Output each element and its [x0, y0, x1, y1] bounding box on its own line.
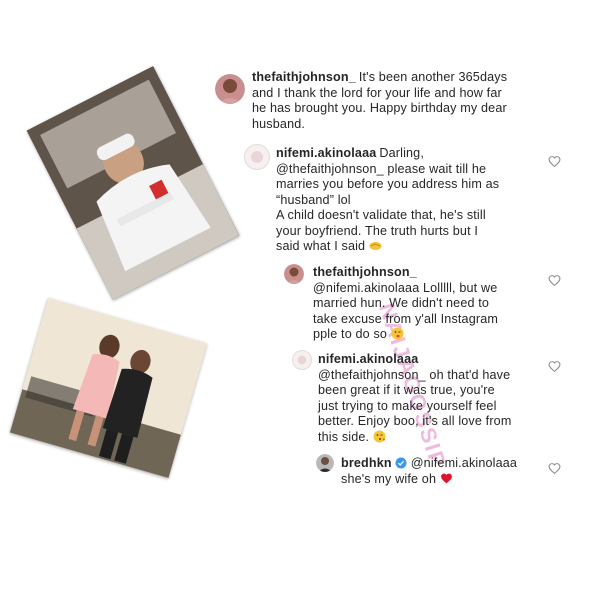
comment-2-line-3: take excuse from y'all Instagram [313, 311, 498, 326]
comment-3-line-5: this side. [318, 429, 370, 444]
comment-2: thefaithjohnson_ @nifemi.akinolaaa Lolll… [313, 265, 543, 343]
comment-4-username[interactable]: bredhkn [341, 456, 392, 470]
avatar-nifemi-reply[interactable] [292, 350, 312, 370]
kiss-emoji [373, 430, 386, 443]
comment-2-line-4: pple to do so [313, 327, 388, 341]
photo-couple [9, 297, 208, 479]
comment-1-line-1: Darling, [379, 146, 424, 160]
avatar-nifemi[interactable] [244, 144, 270, 170]
like-comment-2-heart-outline-icon[interactable] [548, 274, 561, 287]
comment-3-line-2: been great if it was true, you're [318, 383, 495, 397]
avatar-image [215, 74, 245, 104]
comment-2-line-2: married hun. We didn't need to [313, 296, 490, 310]
photo-man-in-car [26, 66, 240, 300]
caption-line-4: husband. [252, 116, 306, 131]
caption-line-3: he has brought you. Happy birthday my de… [252, 101, 507, 115]
comment-2-username[interactable]: thefaithjohnson_ [313, 265, 417, 279]
comment-1-line-3: marries you before you address him as [276, 177, 500, 191]
avatar-thefaithjohnson[interactable] [215, 74, 245, 104]
caption-line-1: It's been another 365days [358, 70, 508, 84]
post-caption: thefaithjohnson_ It's been another 365day… [252, 70, 572, 132]
verified-badge-icon [395, 457, 408, 470]
comment-4: bredhkn @nifemi.akinolaaa she's my wife … [341, 456, 551, 487]
red-heart-emoji [440, 472, 453, 485]
photo-man-illustration [26, 66, 240, 300]
like-comment-1-heart-outline-icon[interactable] [548, 155, 561, 168]
comment-4-text: she's my wife oh [341, 471, 437, 486]
comment-1-line-2: @thefaithjohnson_ please wait till he [276, 161, 487, 176]
comment-4-mention[interactable]: @nifemi.akinolaaa [411, 456, 517, 470]
comment-3-line-3: just trying to make yourself feel [318, 398, 497, 413]
comment-1-username[interactable]: nifemi.akinolaaa [276, 146, 376, 160]
comment-3: nifemi.akinolaaa @thefaithjohnson_ oh th… [318, 352, 548, 445]
avatar-image [316, 454, 334, 472]
photo-couple-illustration [9, 297, 208, 479]
avatar-bredhkn[interactable] [316, 454, 334, 472]
like-comment-3-heart-outline-icon[interactable] [548, 360, 561, 373]
avatar-image [251, 151, 263, 163]
caption-line-2: and I thank the lord for your life and h… [252, 85, 502, 100]
winking-tongue-emoji [391, 327, 404, 340]
comment-1-line-7: said what I said [276, 239, 366, 253]
comment-3-line-1: @thefaithjohnson_ oh that'd have [318, 367, 511, 382]
comment-1-line-5: A child doesn't validate that, he's stil… [276, 208, 486, 222]
comment-2-line-1: @nifemi.akinolaaa Lolllll, but we [313, 280, 498, 295]
comment-1-line-4: “husband” lol [276, 192, 351, 207]
like-comment-4-heart-outline-icon[interactable] [548, 462, 561, 475]
comment-1: nifemi.akinolaaa Darling, @thefaithjohnso… [276, 146, 556, 255]
comment-1-line-6: your boyfriend. The truth hurts but I [276, 223, 479, 238]
post-username[interactable]: thefaithjohnson_ [252, 70, 356, 84]
comment-3-line-4: better. Enjoy boo, it's all love from [318, 414, 512, 428]
avatar-image [297, 355, 307, 365]
avatar-thefaithjohnson-reply[interactable] [284, 264, 304, 284]
avatar-image [284, 264, 304, 284]
comment-3-username[interactable]: nifemi.akinolaaa [318, 352, 418, 366]
handshake-emoji [369, 239, 382, 252]
